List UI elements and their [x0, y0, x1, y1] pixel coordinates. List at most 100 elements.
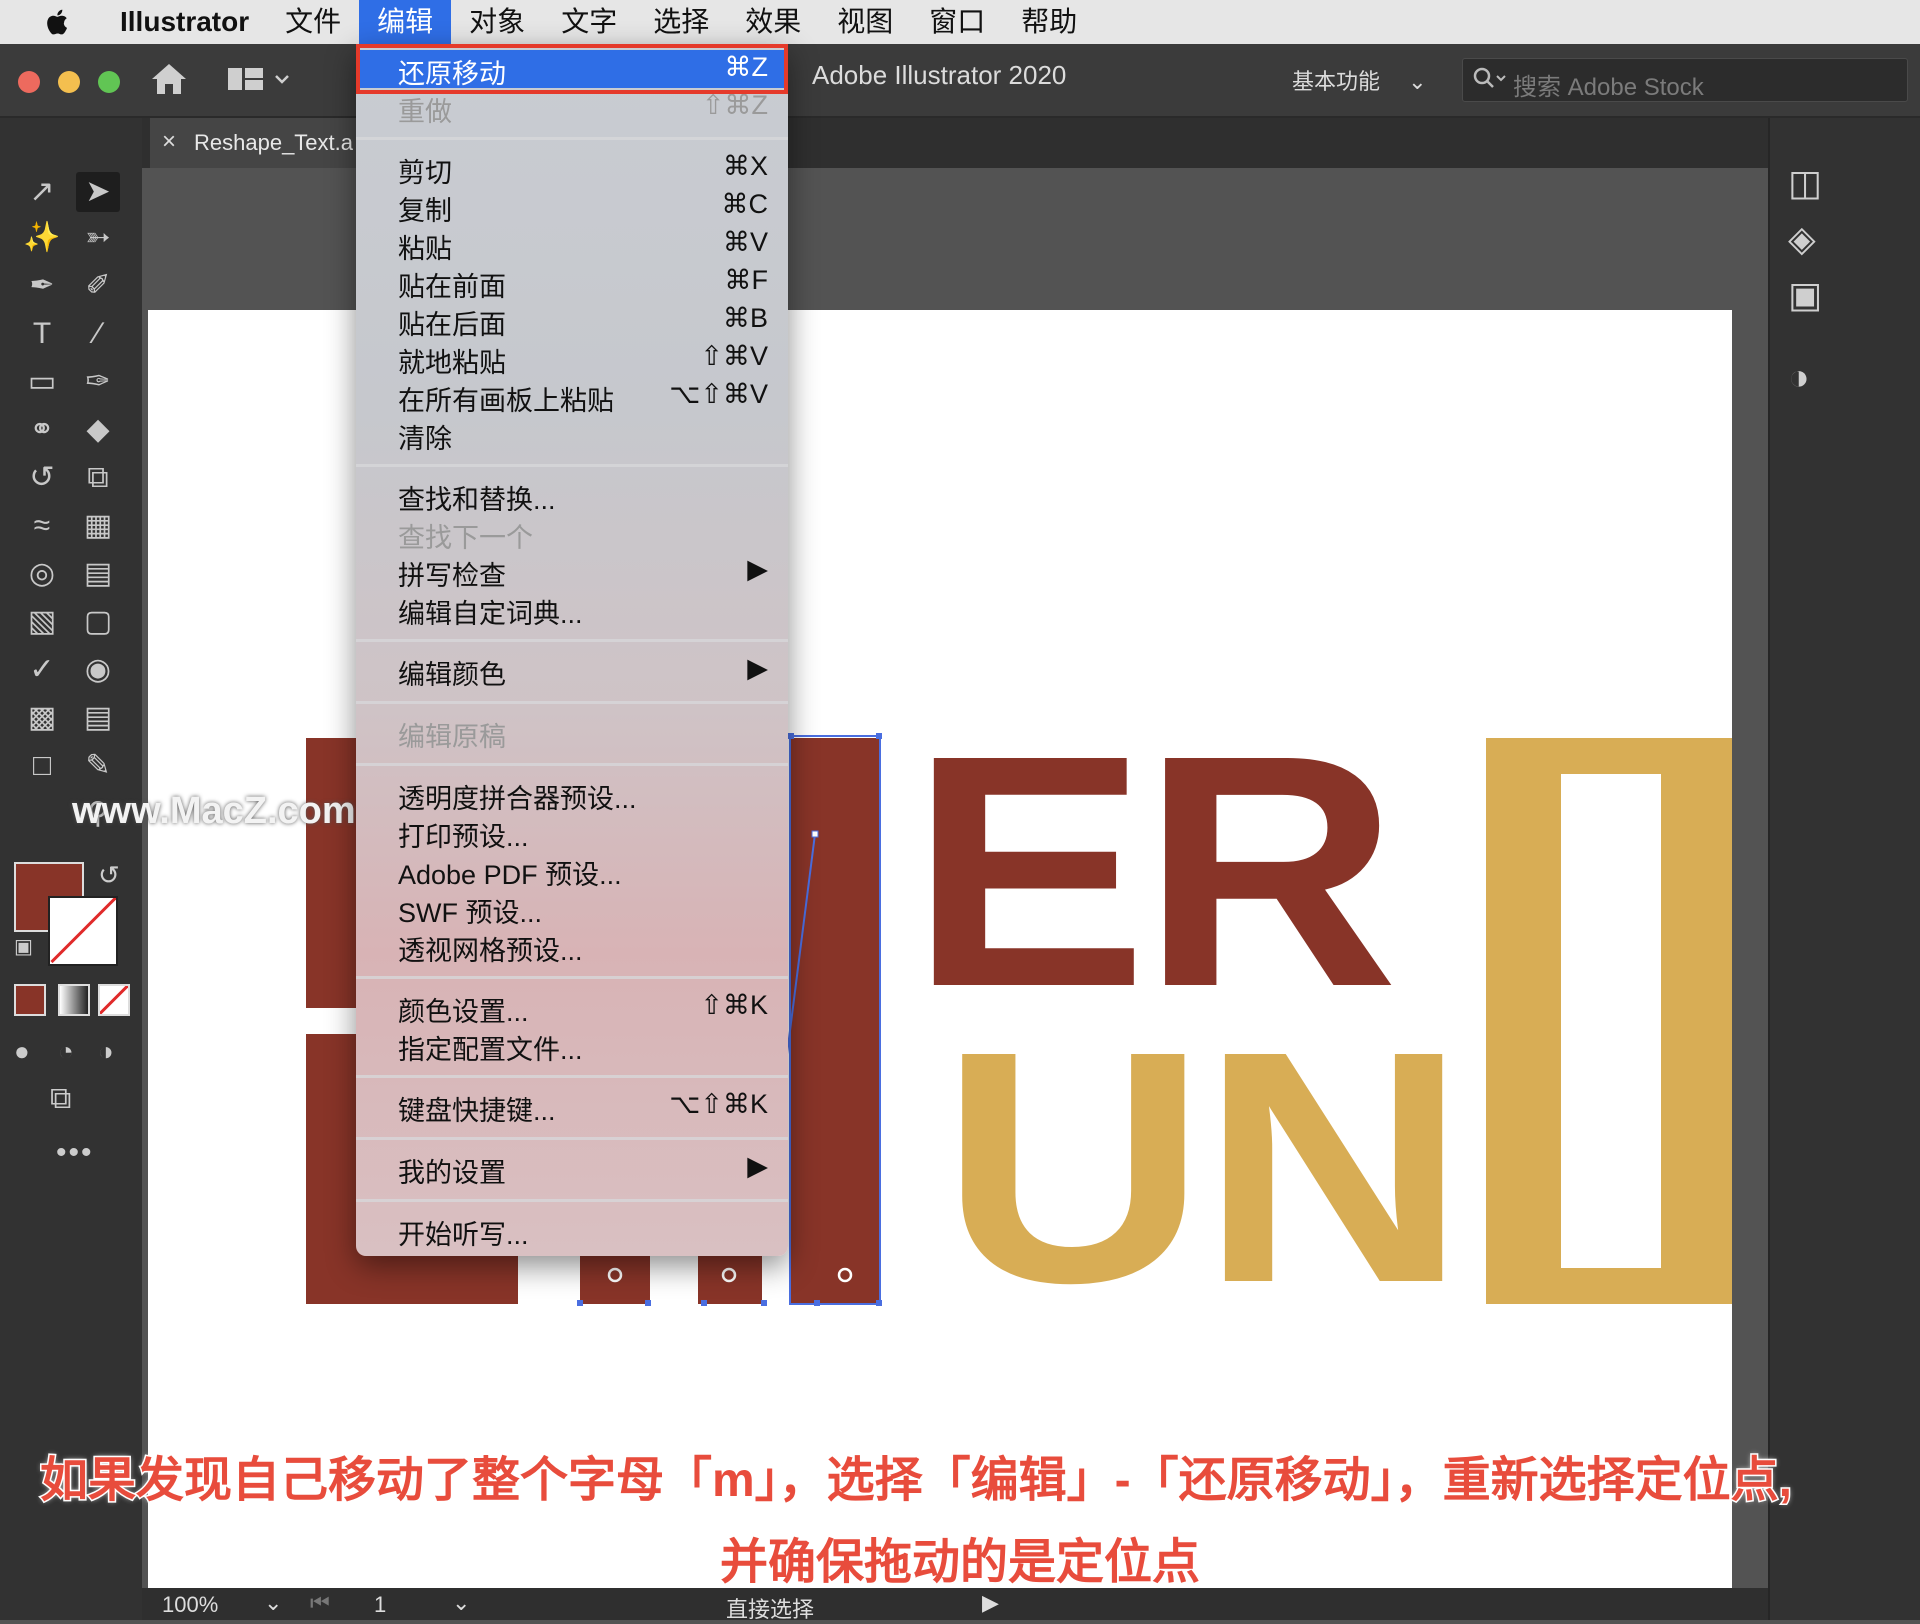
menu-item-spelling[interactable]: 拼写检查 ▶	[356, 552, 788, 591]
slice-tool-icon[interactable]: ✎	[76, 746, 120, 786]
blend-tool-icon[interactable]: ◉	[76, 650, 120, 690]
lasso-tool-icon[interactable]: ➳	[76, 218, 120, 258]
stroke-color-swatch[interactable]	[48, 896, 118, 966]
close-window-button[interactable]	[18, 71, 40, 93]
menu-item-label: 拼写检查	[398, 561, 506, 591]
submenu-arrow-icon: ▶	[747, 554, 768, 584]
shaper-tool-icon[interactable]: ⚭	[20, 410, 64, 450]
libraries-panel-icon[interactable]: ▣	[1788, 274, 1822, 316]
stock-search-input[interactable]: 搜索 Adobe Stock	[1462, 58, 1908, 102]
draw-inside-icon[interactable]: ◑	[98, 1036, 114, 1067]
menu-type[interactable]: 文字	[543, 0, 635, 44]
menu-window[interactable]: 窗口	[911, 0, 1003, 44]
menu-item-paste-in-back[interactable]: 贴在后面 ⌘B	[356, 301, 788, 340]
artwork-text-un[interactable]: UN	[940, 1002, 1467, 1332]
menu-file[interactable]: 文件	[267, 0, 359, 44]
menu-item-clear[interactable]: 清除	[356, 415, 788, 454]
type-tool-icon[interactable]: T	[20, 314, 64, 354]
menu-item-perspective-grid-presets[interactable]: 透视网格预设...	[356, 927, 788, 966]
gradient-tool-icon[interactable]: ▢	[76, 602, 120, 642]
menu-app-name[interactable]: Illustrator	[102, 0, 267, 44]
magic-wand-tool-icon[interactable]: ✨	[20, 218, 64, 258]
eyedropper-tool-icon[interactable]: ✓	[20, 650, 64, 690]
menu-item-edit-colors[interactable]: 编辑颜色 ▶	[356, 651, 788, 690]
curvature-tool-icon[interactable]: ✐	[76, 266, 120, 306]
free-transform-tool-icon[interactable]: ▦	[76, 506, 120, 546]
draw-behind-icon[interactable]: ◔	[58, 1036, 74, 1067]
menu-item-edit-custom-dictionary[interactable]: 编辑自定词典...	[356, 590, 788, 629]
menu-item-find-replace[interactable]: 查找和替换...	[356, 476, 788, 515]
artwork-letter-o[interactable]	[1486, 738, 1732, 1304]
swap-fill-stroke-icon[interactable]: ↺	[98, 860, 120, 891]
close-tab-icon[interactable]: ×	[162, 128, 176, 156]
default-fill-stroke-icon[interactable]: ▣	[14, 934, 33, 959]
menu-item-edit-original[interactable]: 编辑原稿	[356, 713, 788, 752]
menu-help[interactable]: 帮助	[1003, 0, 1095, 44]
menu-item-start-dictation[interactable]: 开始听写...	[356, 1211, 788, 1250]
menu-item-copy[interactable]: 复制 ⌘C	[356, 187, 788, 226]
scale-tool-icon[interactable]: ⧉	[76, 458, 120, 498]
home-icon[interactable]	[150, 62, 188, 96]
menu-item-paste[interactable]: 粘贴 ⌘V	[356, 225, 788, 264]
direct-selection-tool-icon[interactable]: ➤	[76, 172, 120, 212]
draw-normal-icon[interactable]: ●	[14, 1036, 30, 1067]
shape-builder-tool-icon[interactable]: ◎	[20, 554, 64, 594]
menu-item-cut[interactable]: 剪切 ⌘X	[356, 149, 788, 188]
document-tab[interactable]: × Reshape_Text.a	[150, 118, 390, 168]
menu-item-my-settings[interactable]: 我的设置 ▶	[356, 1149, 788, 1188]
menu-edit[interactable]: 编辑	[359, 0, 452, 44]
rectangle-tool-icon[interactable]: ▭	[20, 362, 64, 402]
arrange-documents-icon[interactable]	[228, 66, 292, 94]
chevron-down-icon: ⌄	[1408, 69, 1427, 94]
eraser-tool-icon[interactable]: ◆	[76, 410, 120, 450]
apple-icon[interactable]	[42, 7, 70, 37]
menu-item-assign-profile[interactable]: 指定配置文件...	[356, 1026, 788, 1065]
column-graph-tool-icon[interactable]: ▤	[76, 698, 120, 738]
menu-item-pdf-presets[interactable]: Adobe PDF 预设...	[356, 851, 788, 890]
status-bar: 100% ⌄ ⏮ 1 ⌄ 直接选择 ▶	[142, 1588, 1768, 1622]
zoom-window-button[interactable]	[98, 71, 120, 93]
artboard-tool-icon[interactable]: □	[20, 746, 64, 786]
menu-item-find-next[interactable]: 查找下一个	[356, 514, 788, 553]
menu-effect[interactable]: 效果	[727, 0, 819, 44]
first-artboard-icon[interactable]: ⏮	[310, 1590, 330, 1616]
menu-select[interactable]: 选择	[635, 0, 727, 44]
menu-item-shortcut: ⌥⇧⌘K	[669, 1089, 768, 1119]
color-mode-button[interactable]	[14, 984, 46, 1016]
menu-item-transparency-flattener-presets[interactable]: 透明度拼合器预设...	[356, 775, 788, 814]
menu-item-keyboard-shortcuts[interactable]: 键盘快捷键... ⌥⇧⌘K	[356, 1087, 788, 1126]
menu-item-print-presets[interactable]: 打印预设...	[356, 813, 788, 852]
zoom-dropdown-icon[interactable]: ⌄	[264, 1590, 282, 1616]
menu-item-paste-in-place[interactable]: 就地粘贴 ⇧⌘V	[356, 339, 788, 378]
none-mode-button[interactable]	[98, 984, 130, 1016]
mesh-tool-icon[interactable]: ▧	[20, 602, 64, 642]
workspace-switcher[interactable]: 基本功能 ⌄	[1292, 64, 1427, 96]
menu-item-paste-on-all-artboards[interactable]: 在所有画板上粘贴 ⌥⇧⌘V	[356, 377, 788, 416]
more-tools-icon[interactable]: •••	[56, 1136, 94, 1170]
zoom-level[interactable]: 100%	[162, 1592, 218, 1618]
layers-panel-icon[interactable]: ◈	[1788, 218, 1816, 260]
menu-item-label: SWF 预设...	[398, 898, 542, 928]
perspective-grid-tool-icon[interactable]: ▤	[76, 554, 120, 594]
rotate-tool-icon[interactable]: ↺	[20, 458, 64, 498]
menu-item-color-settings[interactable]: 颜色设置... ⇧⌘K	[356, 988, 788, 1027]
symbol-sprayer-tool-icon[interactable]: ▩	[20, 698, 64, 738]
menu-view[interactable]: 视图	[819, 0, 911, 44]
workspace-label: 基本功能	[1292, 69, 1381, 94]
menu-object[interactable]: 对象	[451, 0, 543, 44]
artboard-dropdown-icon[interactable]: ⌄	[452, 1590, 470, 1616]
pen-tool-icon[interactable]: ✒	[20, 266, 64, 306]
artboard-number[interactable]: 1	[374, 1592, 386, 1618]
status-arrow-icon[interactable]: ▶	[982, 1590, 999, 1616]
menu-item-paste-in-front[interactable]: 贴在前面 ⌘F	[356, 263, 788, 302]
selection-tool-icon[interactable]: ↗	[20, 172, 64, 212]
gradient-mode-button[interactable]	[58, 984, 90, 1016]
paintbrush-tool-icon[interactable]: ✑	[76, 362, 120, 402]
menu-item-swf-presets[interactable]: SWF 预设...	[356, 889, 788, 928]
screen-mode-icon[interactable]: ⧉	[50, 1082, 71, 1116]
properties-panel-icon[interactable]: ◫	[1788, 162, 1822, 204]
minimize-window-button[interactable]	[58, 71, 80, 93]
line-tool-icon[interactable]: ∕	[76, 314, 120, 354]
width-tool-icon[interactable]: ≈	[20, 506, 64, 546]
color-panel-icon[interactable]: ◑	[1788, 356, 1810, 398]
